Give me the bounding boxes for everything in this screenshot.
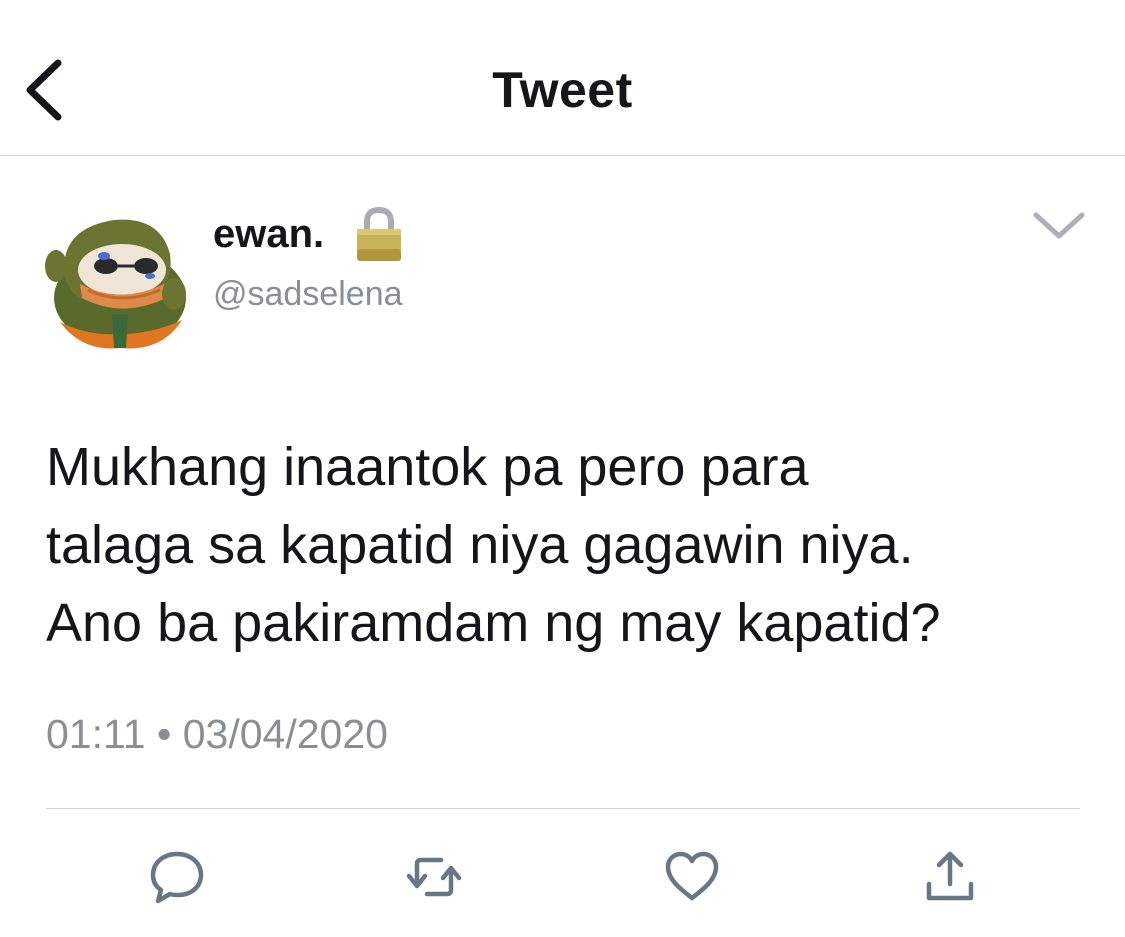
chevron-down-icon [1033,212,1085,239]
like-button[interactable] [661,846,723,908]
page-title: Tweet [492,62,633,118]
reply-icon [150,851,204,904]
tweet-timestamp[interactable]: 01:11 • 03/04/2020 [46,706,388,762]
top-navigation-bar: Tweet [0,0,1125,156]
display-name[interactable]: ewan. [213,208,324,260]
user-handle[interactable]: @sadselena [213,272,403,316]
retweet-icon [406,857,462,897]
meta-separator: • [156,711,172,757]
share-button[interactable] [919,846,981,908]
tweet-text-line: talaga sa kapatid niya gagawin niya. [46,515,914,575]
tweet-time: 01:11 [46,711,146,757]
tweet-options-button[interactable] [1030,206,1088,244]
divider [46,808,1080,809]
tweet-text-line: Mukhang inaantok pa pero para [46,437,809,497]
tweet-text: Mukhang inaantok pa pero para talaga sa … [46,428,1106,662]
share-icon [926,851,974,901]
tweet-text-line: Ano ba pakiramdam ng may kapatid? [46,593,941,653]
avatar[interactable] [42,202,192,350]
lock-icon [352,205,406,263]
tweet-date: 03/04/2020 [182,711,388,757]
reply-button[interactable] [146,846,208,908]
heart-icon [665,851,719,901]
retweet-button[interactable] [403,846,465,908]
